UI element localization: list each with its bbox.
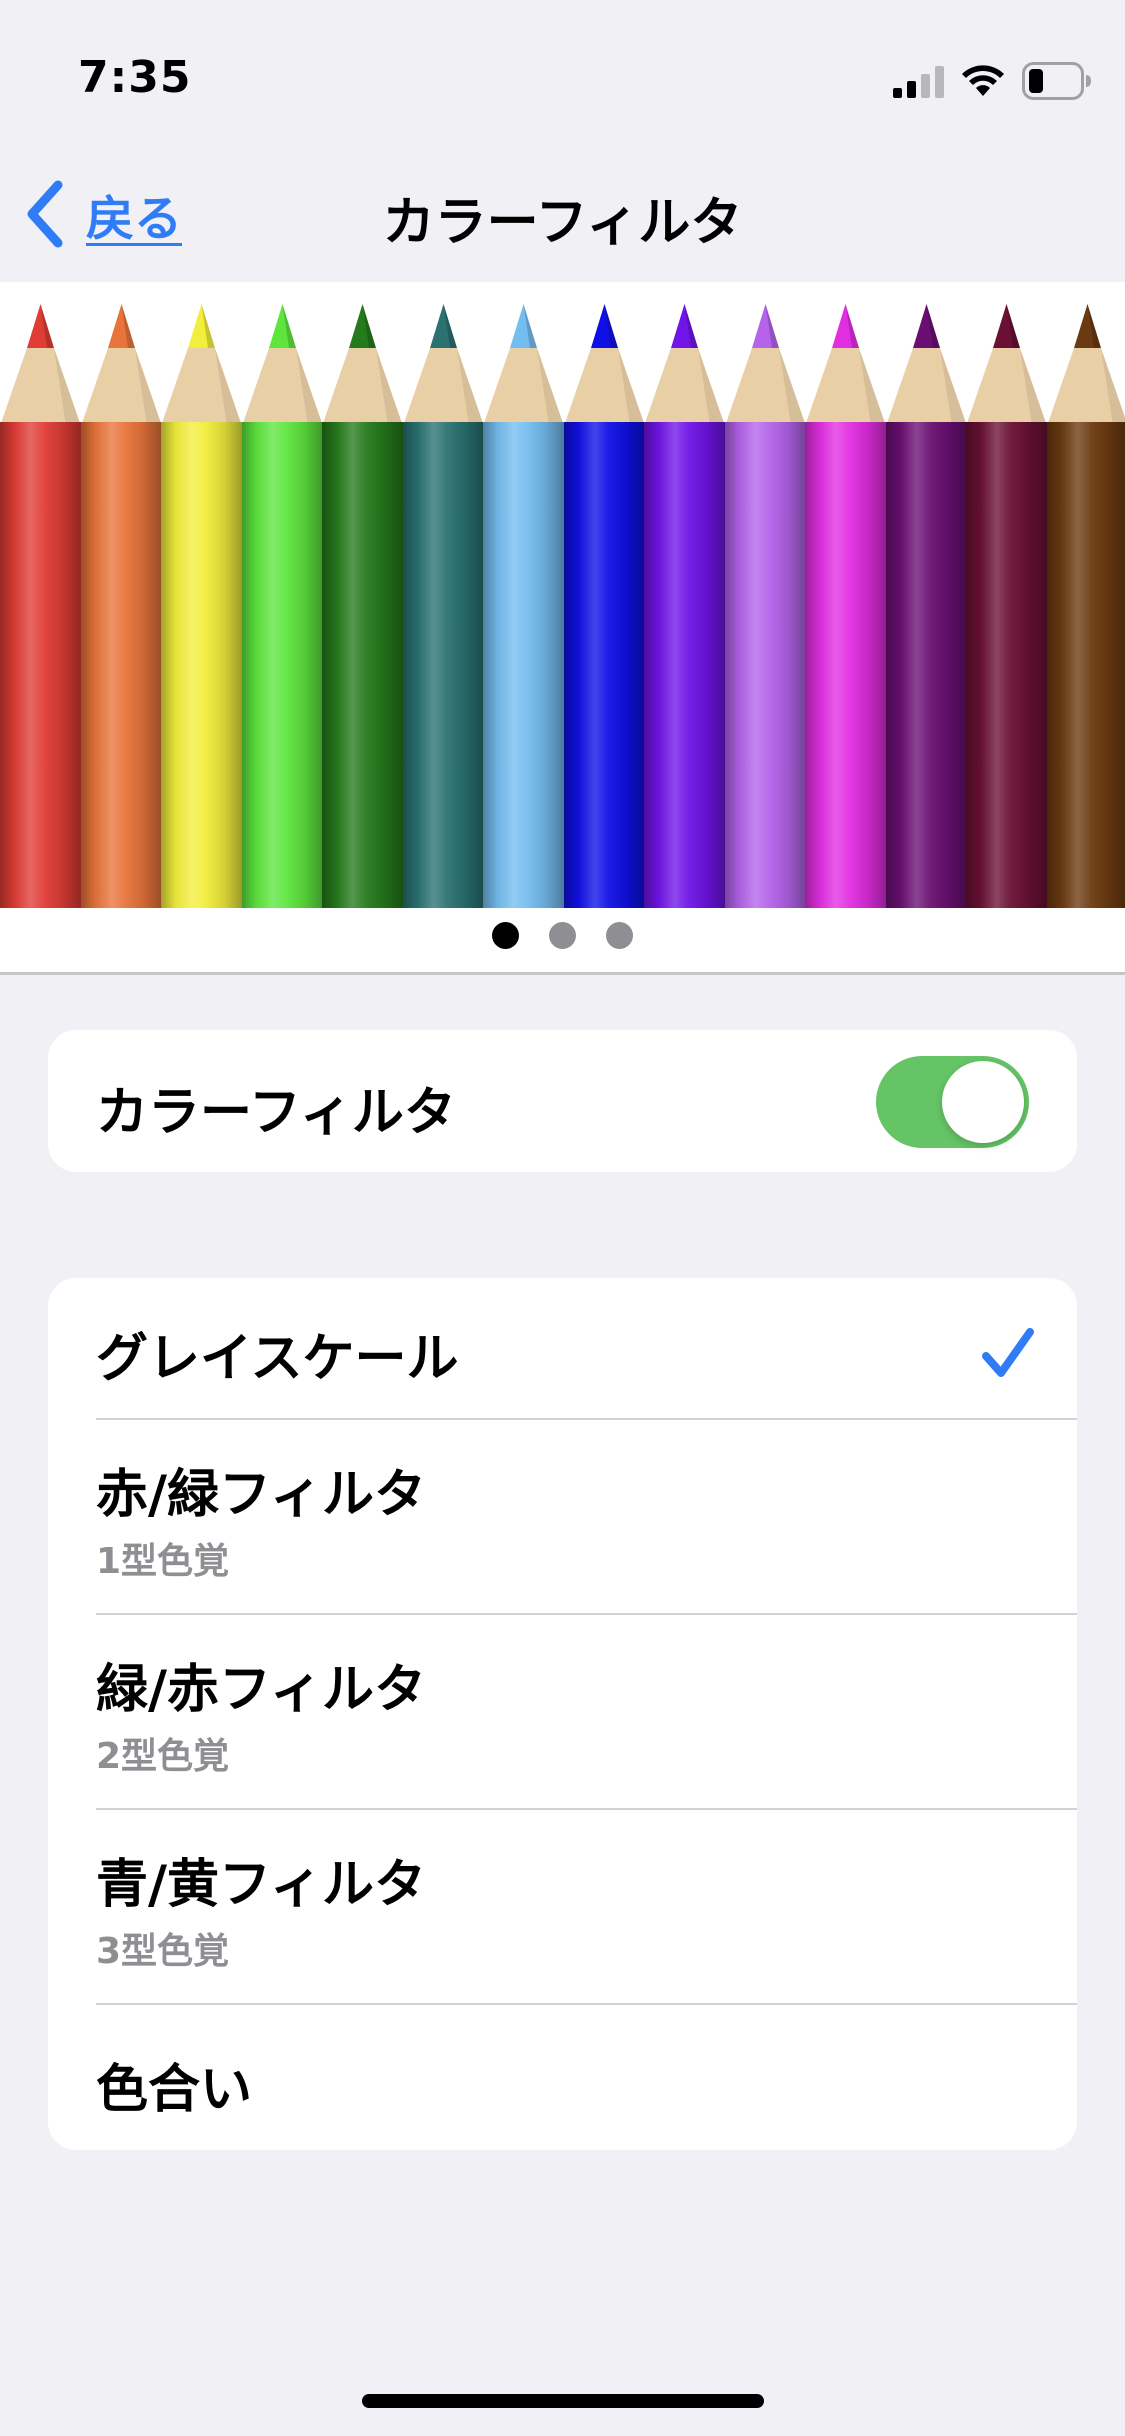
pencil-body — [161, 422, 242, 908]
pencil — [322, 304, 403, 908]
pencil-body — [1047, 422, 1125, 908]
pencil-body — [725, 422, 806, 908]
checkmark-icon — [982, 1328, 1034, 1377]
page-control[interactable] — [0, 922, 1125, 952]
cellular-signal-icon — [893, 66, 944, 98]
filter-option-title: 色合い — [96, 2060, 253, 2120]
color-filter-switch[interactable] — [876, 1056, 1029, 1148]
pencil-tip — [564, 304, 645, 426]
page-dot-active[interactable] — [492, 922, 519, 949]
color-filter-toggle-cell: カラーフィルタ — [48, 1030, 1077, 1172]
status-time: 7:35 — [78, 52, 192, 103]
pencil-tip — [81, 304, 162, 426]
pencil — [1047, 304, 1125, 908]
pencil-tip — [1047, 304, 1125, 426]
filter-list: グレイスケール 赤/緑フィルタ 1型色覚 緑/赤フィルタ 2型色覚 青/黄フィル… — [48, 1278, 1077, 2150]
pencil — [483, 304, 564, 908]
page-title: カラーフィルタ — [382, 193, 743, 253]
pencil-tip — [483, 304, 564, 426]
pencil-tip — [725, 304, 806, 426]
pencil — [161, 304, 242, 908]
pencil-tip — [644, 304, 725, 426]
filter-option-subtitle: 1型色覚 — [96, 1541, 230, 1582]
filter-option-green-red[interactable]: 緑/赤フィルタ 2型色覚 — [48, 1615, 1077, 1810]
pencil-tip — [805, 304, 886, 426]
pencil-tip — [966, 304, 1047, 426]
pencil-body — [322, 422, 403, 908]
page-dot[interactable] — [549, 922, 576, 949]
navigation-bar: 戻る カラーフィルタ — [0, 150, 1125, 280]
filter-option-subtitle: 3型色覚 — [96, 1931, 230, 1972]
filter-option-title: グレイスケール — [96, 1329, 459, 1389]
pencil-body — [805, 422, 886, 908]
pencil-body — [242, 422, 323, 908]
pencil-body — [886, 422, 967, 908]
pencil — [966, 304, 1047, 908]
color-filter-toggle-label: カラーフィルタ — [96, 1083, 456, 1143]
pencil-tip — [886, 304, 967, 426]
divider — [0, 972, 1125, 975]
pencil — [644, 304, 725, 908]
pencil — [0, 304, 81, 908]
pencil-body — [81, 422, 162, 908]
pencil-body — [564, 422, 645, 908]
pencil-body — [483, 422, 564, 908]
switch-knob — [942, 1061, 1024, 1143]
pencil — [725, 304, 806, 908]
pencil-body — [966, 422, 1047, 908]
pencil-tip — [403, 304, 484, 426]
colored-pencils-image[interactable] — [0, 304, 1125, 908]
pencil-body — [403, 422, 484, 908]
pencil-tip — [242, 304, 323, 426]
wifi-icon — [962, 65, 1004, 96]
pencil — [805, 304, 886, 908]
pencil-body — [0, 422, 81, 908]
pencil-tip — [322, 304, 403, 426]
filter-option-title: 青/黄フィルタ — [96, 1855, 426, 1915]
pencil-body — [644, 422, 725, 908]
filter-option-title: 赤/緑フィルタ — [96, 1465, 426, 1525]
status-bar: 7:35 — [0, 0, 1125, 150]
pencil — [403, 304, 484, 908]
pencil — [242, 304, 323, 908]
filter-option-blue-yellow[interactable]: 青/黄フィルタ 3型色覚 — [48, 1810, 1077, 2005]
page-dot[interactable] — [606, 922, 633, 949]
filter-option-grayscale[interactable]: グレイスケール — [48, 1278, 1077, 1420]
filter-option-title: 緑/赤フィルタ — [96, 1660, 426, 1720]
pencil-tip — [161, 304, 242, 426]
pencil-tip — [0, 304, 81, 426]
color-preview — [0, 282, 1125, 972]
filter-option-red-green[interactable]: 赤/緑フィルタ 1型色覚 — [48, 1420, 1077, 1615]
filter-option-subtitle: 2型色覚 — [96, 1736, 230, 1777]
pencil — [564, 304, 645, 908]
home-indicator — [362, 2394, 764, 2408]
filter-option-color-tint[interactable]: 色合い — [48, 2005, 1077, 2150]
pencil — [81, 304, 162, 908]
pencil — [886, 304, 967, 908]
battery-icon — [1022, 62, 1091, 100]
